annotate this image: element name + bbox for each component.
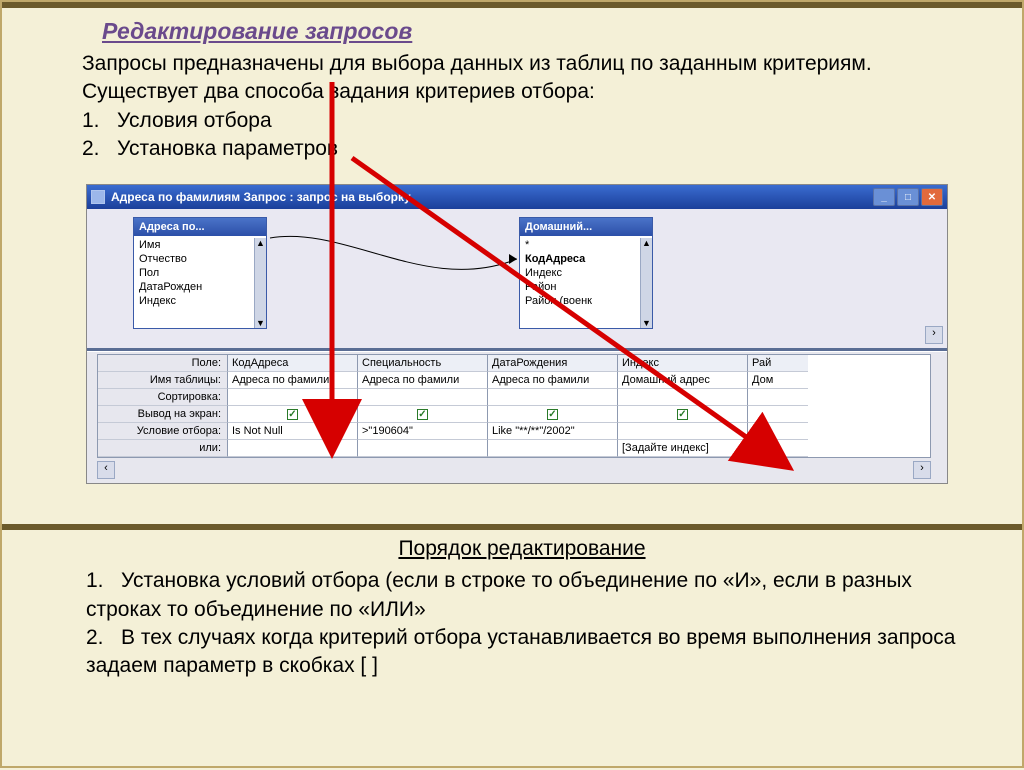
- minimize-button[interactable]: _: [873, 188, 895, 206]
- table2-scrollbar[interactable]: ▲▼: [640, 238, 652, 328]
- close-button[interactable]: ✕: [921, 188, 943, 206]
- field-item[interactable]: Пол: [136, 266, 252, 280]
- cell-show[interactable]: ✓: [358, 406, 488, 423]
- cell-criteria[interactable]: >"190604": [358, 423, 488, 440]
- top-divider: [2, 2, 1022, 8]
- table1-fields[interactable]: Имя Отчество Пол ДатаРожден Индекс: [134, 236, 254, 310]
- intro-text: Запросы предназначены для выбора данных …: [82, 50, 962, 107]
- cell-table[interactable]: Адреса по фамили: [358, 372, 488, 389]
- cell-show[interactable]: ✓: [488, 406, 618, 423]
- cell-field[interactable]: Специальность: [358, 355, 488, 372]
- row-label-or: или:: [98, 440, 228, 457]
- cell-sort[interactable]: [488, 389, 618, 406]
- cell-or[interactable]: [748, 440, 808, 457]
- cell-field[interactable]: Индекс: [618, 355, 748, 372]
- row-label-sort: Сортировка:: [98, 389, 228, 406]
- page-title: Редактирование запросов: [102, 18, 412, 45]
- field-item[interactable]: КодАдреса: [522, 252, 638, 266]
- cell-field[interactable]: ДатаРождения: [488, 355, 618, 372]
- cell-table[interactable]: Дом: [748, 372, 808, 389]
- cell-show[interactable]: [748, 406, 808, 423]
- cell-or[interactable]: [Задайте индекс]: [618, 440, 748, 457]
- titlebar[interactable]: Адреса по фамилиям Запрос : запрос на вы…: [87, 185, 947, 209]
- maximize-button[interactable]: □: [897, 188, 919, 206]
- app-icon: [91, 190, 105, 204]
- row-label-criteria: Условие отбора:: [98, 423, 228, 440]
- cell-sort[interactable]: [748, 389, 808, 406]
- field-item[interactable]: *: [522, 238, 638, 252]
- scroll-right-button[interactable]: ›: [913, 461, 931, 479]
- cell-table[interactable]: Адреса по фамили: [228, 372, 358, 389]
- table2-header: Домашний...: [525, 221, 592, 233]
- table1-header: Адреса по...: [139, 221, 205, 233]
- cell-show[interactable]: ✓: [618, 406, 748, 423]
- mid-divider: [2, 524, 1022, 530]
- table-box-2[interactable]: Домашний... * КодАдреса Индекс Район Рай…: [519, 217, 653, 329]
- footer-item-2: 2. В тех случаях когда критерий отбора у…: [82, 624, 962, 681]
- intro-item-2: 2. Установка параметров: [82, 135, 962, 163]
- query-designer-window: Адреса по фамилиям Запрос : запрос на вы…: [86, 184, 948, 484]
- table-box-1[interactable]: Адреса по... Имя Отчество Пол ДатаРожден…: [133, 217, 267, 329]
- footer-title: Порядок редактирование: [82, 535, 962, 563]
- cell-or[interactable]: [358, 440, 488, 457]
- scroll-right-button[interactable]: ›: [925, 326, 943, 344]
- row-label-table: Имя таблицы:: [98, 372, 228, 389]
- checkbox-icon[interactable]: ✓: [287, 409, 298, 420]
- row-label-show: Вывод на экран:: [98, 406, 228, 423]
- cell-field[interactable]: КодАдреса: [228, 355, 358, 372]
- field-item[interactable]: Индекс: [522, 266, 638, 280]
- field-item[interactable]: Район: [522, 280, 638, 294]
- table2-fields[interactable]: * КодАдреса Индекс Район Район (военк: [520, 236, 640, 310]
- cell-criteria[interactable]: [748, 423, 808, 440]
- field-item[interactable]: Имя: [136, 238, 252, 252]
- query-grid[interactable]: Поле: КодАдреса Специальность ДатаРожден…: [97, 354, 931, 458]
- scroll-left-button[interactable]: ‹: [97, 461, 115, 479]
- field-item[interactable]: ДатаРожден: [136, 280, 252, 294]
- relation-line: [267, 235, 517, 285]
- field-item[interactable]: Район (военк: [522, 294, 638, 308]
- grid-pane[interactable]: Поле: КодАдреса Специальность ДатаРожден…: [87, 351, 947, 483]
- cell-criteria[interactable]: Is Not Null: [228, 423, 358, 440]
- cell-or[interactable]: [488, 440, 618, 457]
- cell-sort[interactable]: [618, 389, 748, 406]
- cell-criteria[interactable]: [618, 423, 748, 440]
- cell-table[interactable]: Домашний адрес: [618, 372, 748, 389]
- field-item[interactable]: Отчество: [136, 252, 252, 266]
- footer-item-1: 1. Установка условий отбора (если в стро…: [82, 567, 962, 624]
- row-label-field: Поле:: [98, 355, 228, 372]
- cell-table[interactable]: Адреса по фамили: [488, 372, 618, 389]
- intro-item-1: 1. Условия отбора: [82, 107, 962, 135]
- cell-field[interactable]: Рай: [748, 355, 808, 372]
- cell-criteria[interactable]: Like "**/**"/2002": [488, 423, 618, 440]
- table1-scrollbar[interactable]: ▲▼: [254, 238, 266, 328]
- intro-block: Запросы предназначены для выбора данных …: [82, 50, 962, 163]
- cell-sort[interactable]: [228, 389, 358, 406]
- tables-pane[interactable]: Адреса по... Имя Отчество Пол ДатаРожден…: [87, 209, 947, 351]
- field-item[interactable]: Индекс: [136, 294, 252, 308]
- footer-block: Порядок редактирование 1. Установка усло…: [82, 535, 962, 681]
- checkbox-icon[interactable]: ✓: [677, 409, 688, 420]
- cell-or[interactable]: [228, 440, 358, 457]
- window-title: Адреса по фамилиям Запрос : запрос на вы…: [111, 190, 411, 204]
- checkbox-icon[interactable]: ✓: [547, 409, 558, 420]
- cell-sort[interactable]: [358, 389, 488, 406]
- cell-show[interactable]: ✓: [228, 406, 358, 423]
- checkbox-icon[interactable]: ✓: [417, 409, 428, 420]
